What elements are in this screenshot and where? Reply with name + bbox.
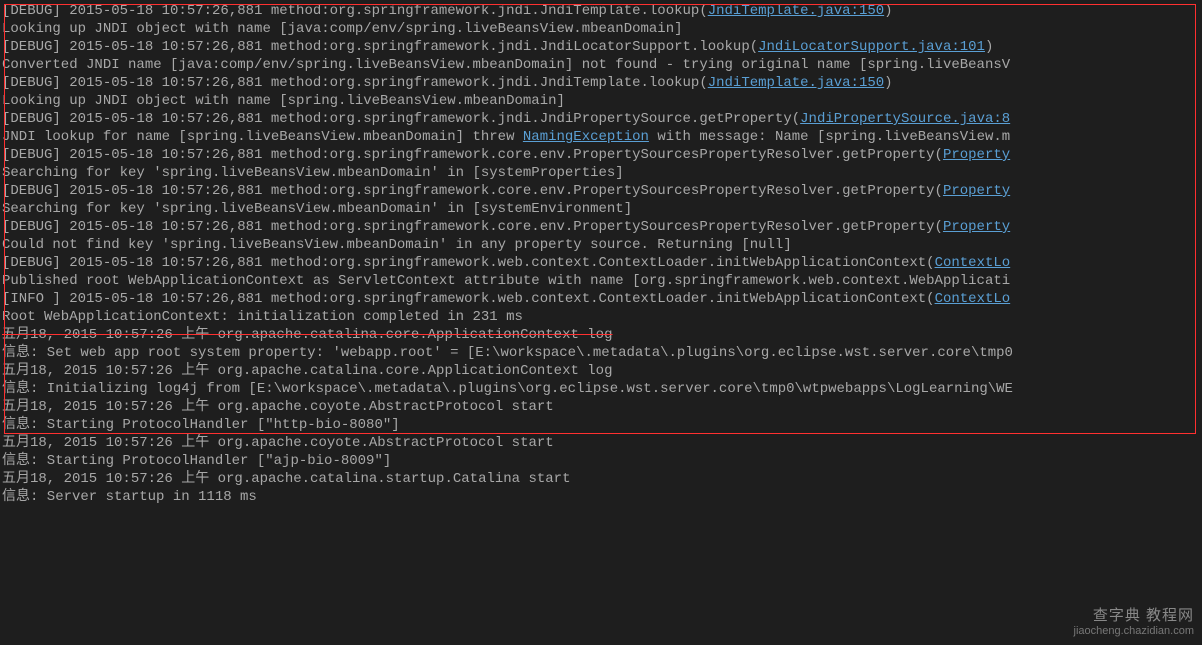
log-text: Searching for key 'spring.liveBeansView.… (2, 201, 632, 217)
log-line: Searching for key 'spring.liveBeansView.… (2, 164, 1200, 182)
log-text: [DEBUG] 2015-05-18 10:57:26,881 method:o… (2, 255, 935, 271)
log-line: [DEBUG] 2015-05-18 10:57:26,881 method:o… (2, 182, 1200, 200)
log-line: 信息: Starting ProtocolHandler ["ajp-bio-8… (2, 452, 1200, 470)
log-line: 五月18, 2015 10:57:26 上午 org.apache.coyote… (2, 398, 1200, 416)
log-line: [DEBUG] 2015-05-18 10:57:26,881 method:o… (2, 2, 1200, 20)
log-text: 五月18, 2015 10:57:26 上午 org.apache.catali… (2, 471, 570, 487)
source-link[interactable]: JndiTemplate.java:150 (708, 3, 884, 19)
log-text: [DEBUG] 2015-05-18 10:57:26,881 method:o… (2, 219, 943, 235)
log-line: 信息: Server startup in 1118 ms (2, 488, 1200, 506)
log-text: 信息: Starting ProtocolHandler ["ajp-bio-8… (2, 453, 391, 469)
source-link[interactable]: Property (943, 219, 1010, 235)
source-link[interactable]: Property (943, 183, 1010, 199)
log-text: 信息: Set web app root system property: 'w… (2, 345, 1013, 361)
log-text: [DEBUG] 2015-05-18 10:57:26,881 method:o… (2, 111, 800, 127)
log-line: Root WebApplicationContext: initializati… (2, 308, 1200, 326)
log-text: 五月18, 2015 10:57:26 上午 org.apache.catali… (2, 363, 613, 379)
log-line: 五月18, 2015 10:57:26 上午 org.apache.coyote… (2, 434, 1200, 452)
log-line: Looking up JNDI object with name [spring… (2, 92, 1200, 110)
log-line: 五月18, 2015 10:57:26 上午 org.apache.catali… (2, 326, 1200, 344)
log-text: 信息: Starting ProtocolHandler ["http-bio-… (2, 417, 400, 433)
log-line: Searching for key 'spring.liveBeansView.… (2, 200, 1200, 218)
log-text: JNDI lookup for name [spring.liveBeansVi… (2, 129, 523, 145)
source-link[interactable]: ContextLo (935, 291, 1011, 307)
log-line: [DEBUG] 2015-05-18 10:57:26,881 method:o… (2, 38, 1200, 56)
log-line: Looking up JNDI object with name [java:c… (2, 20, 1200, 38)
log-line: [INFO ] 2015-05-18 10:57:26,881 method:o… (2, 290, 1200, 308)
log-text: with message: Name [spring.liveBeansView… (649, 129, 1010, 145)
log-line: Converted JNDI name [java:comp/env/sprin… (2, 56, 1200, 74)
source-link[interactable]: JndiPropertySource.java:8 (800, 111, 1010, 127)
log-line: 五月18, 2015 10:57:26 上午 org.apache.catali… (2, 470, 1200, 488)
source-link[interactable]: JndiLocatorSupport.java:101 (758, 39, 985, 55)
log-line: 信息: Set web app root system property: 'w… (2, 344, 1200, 362)
log-text: [INFO ] 2015-05-18 10:57:26,881 method:o… (2, 291, 935, 307)
log-text: [DEBUG] 2015-05-18 10:57:26,881 method:o… (2, 39, 758, 55)
log-line: [DEBUG] 2015-05-18 10:57:26,881 method:o… (2, 146, 1200, 164)
log-text: 五月18, 2015 10:57:26 上午 org.apache.coyote… (2, 399, 554, 415)
log-line: 信息: Starting ProtocolHandler ["http-bio-… (2, 416, 1200, 434)
log-text: 五月18, 2015 10:57:26 上午 org.apache.coyote… (2, 435, 554, 451)
source-link[interactable]: Property (943, 147, 1010, 163)
log-text: ) (985, 39, 993, 55)
log-text: [DEBUG] 2015-05-18 10:57:26,881 method:o… (2, 147, 943, 163)
source-link[interactable]: JndiTemplate.java:150 (708, 75, 884, 91)
log-text: Root WebApplicationContext: initializati… (2, 309, 523, 325)
log-text: 信息: Initializing log4j from [E:\workspac… (2, 381, 1013, 397)
source-link[interactable]: NamingException (523, 129, 649, 145)
log-text: ) (884, 3, 892, 19)
log-line: 信息: Initializing log4j from [E:\workspac… (2, 380, 1200, 398)
watermark: 查字典 教程网 jiaocheng.chazidian.com (1074, 604, 1194, 637)
log-line: Could not find key 'spring.liveBeansView… (2, 236, 1200, 254)
log-text: Could not find key 'spring.liveBeansView… (2, 237, 792, 253)
log-line: [DEBUG] 2015-05-18 10:57:26,881 method:o… (2, 254, 1200, 272)
log-text: Published root WebApplicationContext as … (2, 273, 1010, 289)
log-text: [DEBUG] 2015-05-18 10:57:26,881 method:o… (2, 183, 943, 199)
log-text: [DEBUG] 2015-05-18 10:57:26,881 method:o… (2, 3, 708, 19)
log-text: ) (884, 75, 892, 91)
log-line: [DEBUG] 2015-05-18 10:57:26,881 method:o… (2, 110, 1200, 128)
log-text: 五月18, 2015 10:57:26 上午 org.apache.catali… (2, 327, 613, 343)
watermark-title: 查字典 教程网 (1074, 604, 1194, 625)
log-text: Searching for key 'spring.liveBeansView.… (2, 165, 624, 181)
log-text: Looking up JNDI object with name [java:c… (2, 21, 683, 37)
log-line: [DEBUG] 2015-05-18 10:57:26,881 method:o… (2, 218, 1200, 236)
log-line: JNDI lookup for name [spring.liveBeansVi… (2, 128, 1200, 146)
log-text: Converted JNDI name [java:comp/env/sprin… (2, 57, 1010, 73)
log-line: Published root WebApplicationContext as … (2, 272, 1200, 290)
log-line: 五月18, 2015 10:57:26 上午 org.apache.catali… (2, 362, 1200, 380)
log-text: 信息: Server startup in 1118 ms (2, 489, 257, 505)
source-link[interactable]: ContextLo (935, 255, 1011, 271)
console-output[interactable]: [DEBUG] 2015-05-18 10:57:26,881 method:o… (0, 0, 1202, 508)
log-text: Looking up JNDI object with name [spring… (2, 93, 565, 109)
log-line: [DEBUG] 2015-05-18 10:57:26,881 method:o… (2, 74, 1200, 92)
log-text: [DEBUG] 2015-05-18 10:57:26,881 method:o… (2, 75, 708, 91)
watermark-url: jiaocheng.chazidian.com (1074, 625, 1194, 637)
